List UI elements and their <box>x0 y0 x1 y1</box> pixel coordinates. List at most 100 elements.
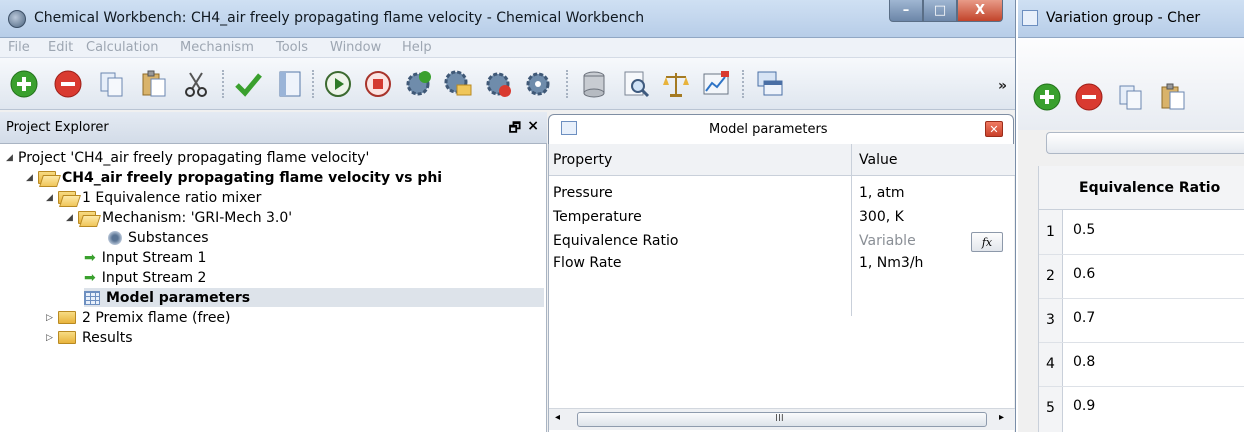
tree-item-label: Results <box>82 329 133 346</box>
collapse-icon[interactable]: ◢ <box>46 193 58 203</box>
menu-help[interactable]: Help <box>402 40 432 55</box>
collapse-icon[interactable]: ◢ <box>6 153 18 163</box>
remove-icon[interactable] <box>52 68 84 100</box>
copy-icon[interactable] <box>1116 82 1146 116</box>
variation-value[interactable]: 0.9 <box>1073 398 1095 414</box>
properties-icon[interactable] <box>274 68 306 100</box>
project-explorer-tree: ◢ Project 'CH4_air freely propagating fl… <box>0 144 547 432</box>
variation-grid: Equivalence Ratio 1 0.5 2 0.6 3 0.7 4 0.… <box>1038 166 1244 432</box>
collapse-icon[interactable]: ◢ <box>66 213 78 223</box>
paste-icon[interactable] <box>1158 82 1188 116</box>
tree-item-label: Input Stream 1 <box>101 249 207 266</box>
main-toolbar: » <box>0 58 1015 110</box>
model-parameters-tab[interactable]: Model parameters ✕ <box>548 114 1014 144</box>
value-pressure[interactable]: 1, atm <box>859 185 905 201</box>
tree-item-label: 2 Premix flame (free) <box>82 309 231 326</box>
tree-item-mixer[interactable]: ◢ 1 Equivalence ratio mixer <box>46 188 261 207</box>
app-icon[interactable] <box>8 10 26 28</box>
tree-item-input-stream-2[interactable]: ➡ Input Stream 2 <box>84 268 206 287</box>
tree-item-results[interactable]: ▷ Results <box>46 328 133 347</box>
column-header-equivalence-ratio[interactable]: Equivalence Ratio <box>1079 180 1220 196</box>
property-pressure: Pressure <box>553 185 613 201</box>
menu-mechanism[interactable]: Mechanism <box>180 40 254 55</box>
tree-item-model-parameters[interactable]: Model parameters <box>84 288 544 307</box>
check-icon[interactable] <box>232 68 264 100</box>
tree-item-substances[interactable]: Substances <box>108 228 209 247</box>
menu-window[interactable]: Window <box>330 40 381 55</box>
toolbar-overflow-button[interactable]: » <box>998 78 1007 94</box>
scroll-thumb[interactable]: III <box>577 412 987 427</box>
variation-value[interactable]: 0.8 <box>1073 354 1095 370</box>
variation-window-title: Variation group - Cher <box>1046 10 1201 26</box>
project-explorer-title: Project Explorer <box>6 120 109 135</box>
menu-calculation[interactable]: Calculation <box>86 40 159 55</box>
expand-icon[interactable]: ▷ <box>46 313 58 323</box>
expand-icon[interactable]: ▷ <box>46 333 58 343</box>
minimize-button[interactable]: – <box>889 0 923 22</box>
gear-remove-icon[interactable] <box>482 68 514 100</box>
scroll-right-icon[interactable]: ▸ <box>999 412 1004 423</box>
tree-item-study[interactable]: ◢ CH4_air freely propagating flame veloc… <box>26 168 442 187</box>
menu-file[interactable]: File <box>8 40 30 55</box>
value-temperature[interactable]: 300, K <box>859 209 904 225</box>
close-button[interactable]: X <box>957 0 1003 22</box>
variation-filter-bar[interactable] <box>1046 132 1244 154</box>
column-header-value[interactable]: Value <box>859 152 897 168</box>
grid-header: Equivalence Ratio <box>1039 166 1244 210</box>
row-divider <box>1039 298 1244 299</box>
variation-value[interactable]: 0.5 <box>1073 222 1095 238</box>
database-icon[interactable] <box>578 68 610 100</box>
gear-folder-icon[interactable] <box>442 68 474 100</box>
value-flow-rate[interactable]: 1, Nm3/h <box>859 255 923 271</box>
variation-value[interactable]: 0.7 <box>1073 310 1095 326</box>
remove-icon[interactable] <box>1074 82 1104 116</box>
tree-item-premix-flame[interactable]: ▷ 2 Premix flame (free) <box>46 308 231 327</box>
property-flow-rate: Flow Rate <box>553 255 622 271</box>
add-icon[interactable] <box>8 68 40 100</box>
gear-icon[interactable] <box>522 68 554 100</box>
scroll-left-icon[interactable]: ◂ <box>555 412 560 423</box>
menu-tools[interactable]: Tools <box>276 40 308 55</box>
gear-add-icon[interactable] <box>402 68 434 100</box>
variation-title-bar[interactable]: Variation group - Cher <box>1018 0 1244 38</box>
run-icon[interactable] <box>322 68 354 100</box>
close-icon[interactable]: × <box>527 118 539 134</box>
collapse-icon[interactable]: ◢ <box>26 173 38 183</box>
search-icon[interactable] <box>620 68 652 100</box>
balance-icon[interactable] <box>660 68 692 100</box>
cut-icon[interactable] <box>180 68 212 100</box>
maximize-button[interactable]: □ <box>923 0 957 22</box>
row-number: 5 <box>1046 400 1055 416</box>
float-icon[interactable]: 🗗 <box>509 119 521 141</box>
folder-open-icon <box>58 191 76 204</box>
windows-icon[interactable] <box>754 68 786 100</box>
tree-item-label: CH4_air freely propagating flame velocit… <box>62 169 443 186</box>
horizontal-scrollbar[interactable]: ◂ III ▸ <box>549 408 1015 430</box>
add-icon[interactable] <box>1032 82 1062 116</box>
window-title: Chemical Workbench: CH4_air freely propa… <box>34 10 645 26</box>
tree-item-mechanism[interactable]: ◢ Mechanism: 'GRI-Mech 3.0' <box>66 208 292 227</box>
stop-icon[interactable] <box>362 68 394 100</box>
close-icon[interactable]: ✕ <box>985 121 1003 137</box>
variation-value[interactable]: 0.6 <box>1073 266 1095 282</box>
chart-icon[interactable] <box>700 68 732 100</box>
menu-edit[interactable]: Edit <box>48 40 73 55</box>
value-equivalence-ratio[interactable]: Variable <box>859 233 916 249</box>
folder-icon <box>58 311 76 324</box>
tree-item-label: Mechanism: 'GRI-Mech 3.0' <box>102 209 293 226</box>
row-divider <box>1039 254 1244 255</box>
row-divider <box>1039 342 1244 343</box>
folder-open-icon <box>78 211 96 224</box>
paste-icon[interactable] <box>138 68 170 100</box>
substances-icon <box>108 230 122 245</box>
property-temperature: Temperature <box>553 209 642 225</box>
toolbar-separator <box>222 70 224 98</box>
title-bar[interactable]: Chemical Workbench: CH4_air freely propa… <box>0 0 1015 38</box>
table-icon <box>561 121 577 135</box>
tree-item-project[interactable]: ◢ Project 'CH4_air freely propagating fl… <box>6 148 369 167</box>
copy-icon[interactable] <box>96 68 128 100</box>
row-number: 3 <box>1046 312 1055 328</box>
tree-item-input-stream-1[interactable]: ➡ Input Stream 1 <box>84 248 206 267</box>
function-button[interactable]: fx <box>971 232 1003 252</box>
column-header-property[interactable]: Property <box>553 152 612 168</box>
